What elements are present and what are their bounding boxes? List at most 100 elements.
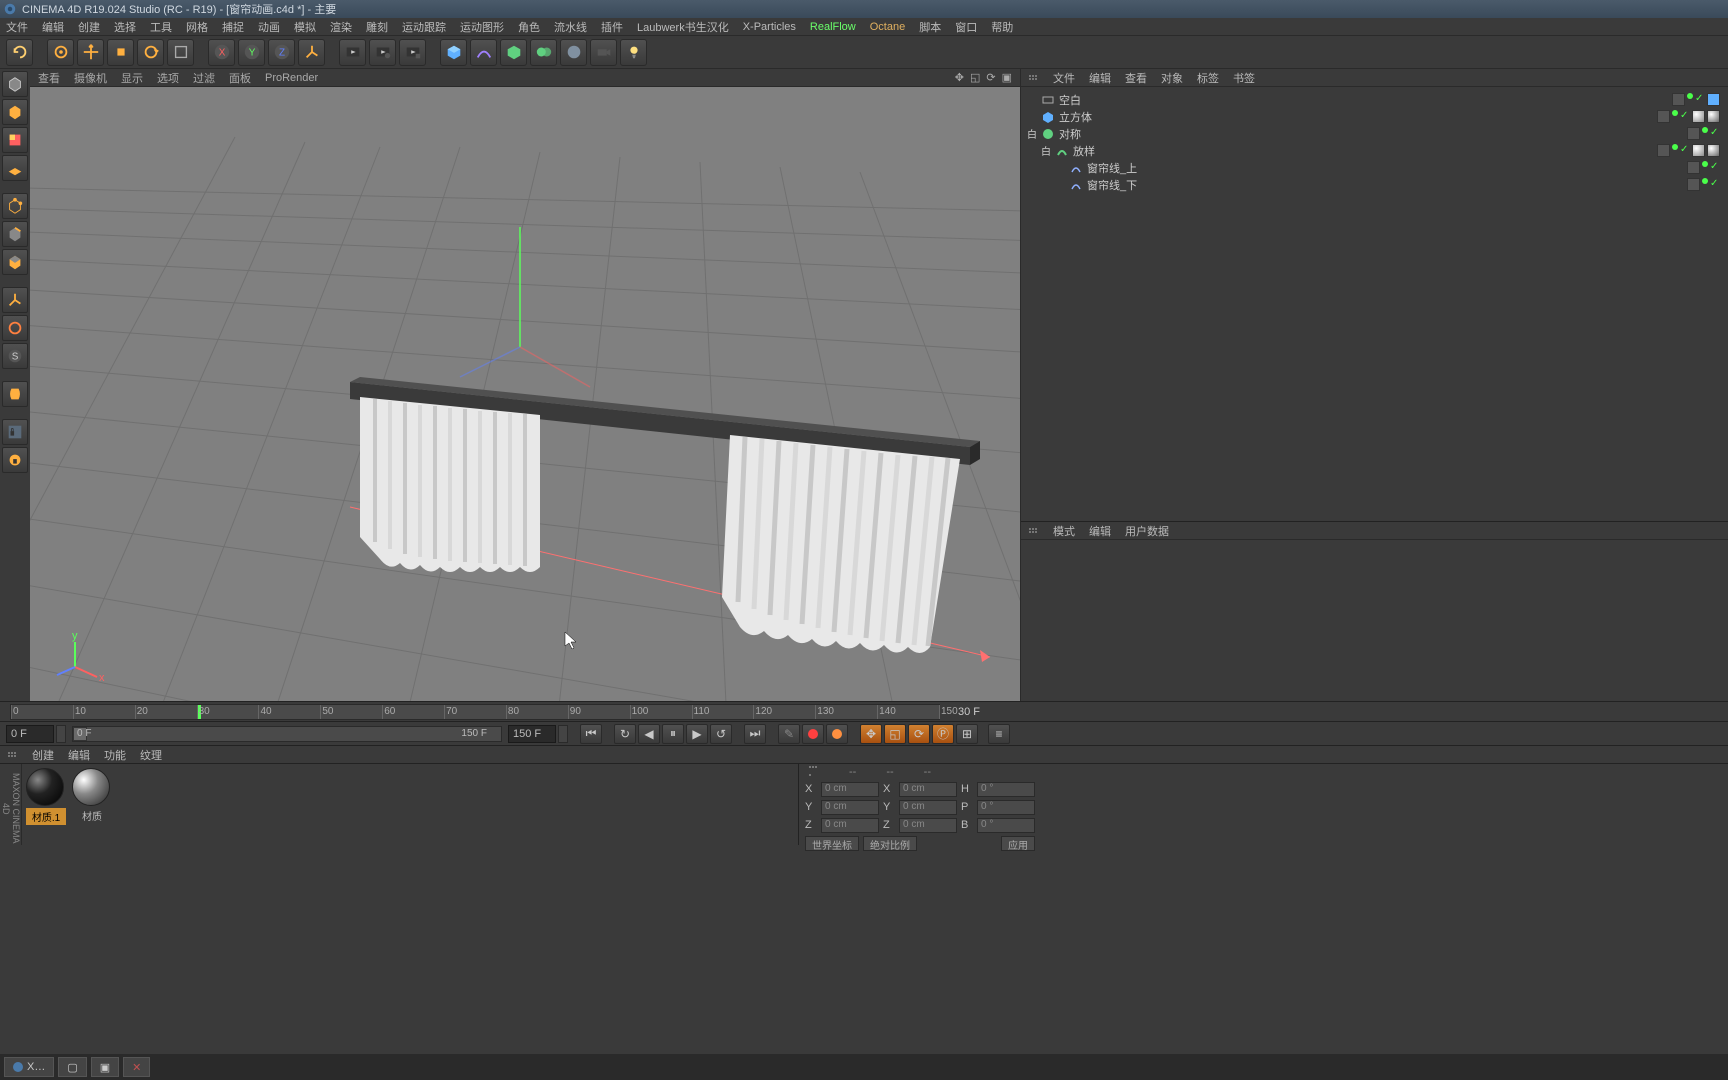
vp-menu-item[interactable]: ProRender (265, 72, 318, 84)
layer-tag[interactable] (1657, 110, 1670, 123)
next-frame-button[interactable]: ↺ (710, 724, 732, 744)
grip-icon[interactable] (8, 752, 18, 757)
vp-zoom-icon[interactable]: ◱ (970, 71, 980, 84)
layer-tag[interactable] (1687, 161, 1700, 174)
vp-menu-item[interactable]: 摄像机 (74, 70, 107, 86)
grip-icon[interactable] (1029, 528, 1039, 533)
workplane-snap-button[interactable] (2, 381, 28, 407)
obj-tree-row[interactable]: 白放样✓ (1023, 142, 1726, 159)
loop-button[interactable]: ↻ (614, 724, 636, 744)
menu-item[interactable]: 工具 (150, 19, 172, 35)
undo-button[interactable] (6, 39, 33, 66)
menu-item[interactable]: 文件 (6, 19, 28, 35)
menu-item[interactable]: 选择 (114, 19, 136, 35)
visibility-dot[interactable] (1702, 178, 1708, 184)
phong-tag[interactable] (1692, 144, 1705, 157)
scale-button[interactable] (107, 39, 134, 66)
menu-item[interactable]: 角色 (518, 19, 540, 35)
obj-tab[interactable]: 对象 (1161, 70, 1183, 86)
texture-mode-button[interactable] (2, 127, 28, 153)
grip-icon[interactable] (809, 766, 819, 780)
menu-item[interactable]: 雕刻 (366, 19, 388, 35)
rot-field[interactable]: 0 ° (977, 800, 1035, 815)
attr-tab[interactable]: 模式 (1053, 523, 1075, 539)
object-tree[interactable]: 空白✓立方体✓白对称✓白放样✓窗帘线_上✓窗帘线_下✓ (1021, 87, 1728, 197)
enable-check[interactable]: ✓ (1680, 110, 1690, 120)
obj-tab[interactable]: 标签 (1197, 70, 1219, 86)
obj-tree-row[interactable]: 白对称✓ (1023, 125, 1726, 142)
enable-check[interactable]: ✓ (1680, 144, 1690, 154)
coord-system-button[interactable] (298, 39, 325, 66)
menu-item[interactable]: 网格 (186, 19, 208, 35)
add-camera-button[interactable] (590, 39, 617, 66)
obj-tree-row[interactable]: 空白✓ (1023, 91, 1726, 108)
goto-end-button[interactable]: ⏭ (744, 724, 766, 744)
snap-button[interactable]: S (2, 343, 28, 369)
locked-workspace-button[interactable] (2, 419, 28, 445)
add-deformer-button[interactable] (530, 39, 557, 66)
spinner[interactable] (558, 725, 568, 743)
add-environment-button[interactable] (560, 39, 587, 66)
render-settings-button[interactable] (399, 39, 426, 66)
end-frame-field[interactable]: 150 F (508, 725, 556, 743)
coord-apply-button[interactable]: 应用 (1001, 836, 1035, 851)
attr-tab[interactable]: 编辑 (1089, 523, 1111, 539)
obj-tab[interactable]: 文件 (1053, 70, 1075, 86)
key-pla-button[interactable]: ⊞ (956, 724, 978, 744)
edges-mode-button[interactable] (2, 221, 28, 247)
texture-tag[interactable] (1707, 110, 1720, 123)
menu-item[interactable]: X-Particles (743, 21, 796, 33)
material-preview[interactable]: 材质 (72, 768, 112, 841)
mat-menu-item[interactable]: 编辑 (68, 747, 90, 763)
size-field[interactable]: 0 cm (899, 800, 957, 815)
object-mode-button[interactable] (2, 99, 28, 125)
axis-x-button[interactable]: X (208, 39, 235, 66)
viewport-solo-button[interactable] (2, 315, 28, 341)
record-button[interactable]: ✎ (778, 724, 800, 744)
coord-space-dropdown[interactable]: 世界坐标 (805, 836, 859, 851)
vp-maximize-icon[interactable]: ▣ (1002, 71, 1012, 84)
add-generator-button[interactable] (500, 39, 527, 66)
taskbar-close[interactable]: ✕ (123, 1057, 150, 1077)
key-pos-button[interactable]: ✥ (860, 724, 882, 744)
menu-item[interactable]: Laubwerk书生汉化 (637, 19, 729, 35)
pos-field[interactable]: 0 cm (821, 818, 879, 833)
menu-item[interactable]: RealFlow (810, 21, 856, 33)
mat-menu-item[interactable]: 创建 (32, 747, 54, 763)
model-mode-button[interactable] (2, 71, 28, 97)
add-spline-button[interactable] (470, 39, 497, 66)
visibility-dot[interactable] (1687, 93, 1693, 99)
obj-tab[interactable]: 书签 (1233, 70, 1255, 86)
menu-item[interactable]: Octane (870, 21, 905, 33)
menu-item[interactable]: 编辑 (42, 19, 64, 35)
grip-icon[interactable] (1029, 75, 1039, 80)
timeline-track[interactable]: 0102030405060708090100110120130140150 (10, 704, 940, 720)
menu-item[interactable]: 渲染 (330, 19, 352, 35)
polygons-mode-button[interactable] (2, 249, 28, 275)
phong-tag[interactable] (1692, 110, 1705, 123)
enable-check[interactable]: ✓ (1710, 127, 1720, 137)
coord-scale-dropdown[interactable]: 绝对比例 (863, 836, 917, 851)
menu-item[interactable]: 动画 (258, 19, 280, 35)
pos-field[interactable]: 0 cm (821, 800, 879, 815)
layer-tag[interactable] (1672, 93, 1685, 106)
points-mode-button[interactable] (2, 193, 28, 219)
visibility-dot[interactable] (1672, 144, 1678, 150)
obj-tab[interactable]: 查看 (1125, 70, 1147, 86)
layer-tag[interactable] (1687, 127, 1700, 140)
vp-menu-item[interactable]: 过滤 (193, 70, 215, 86)
enable-check[interactable]: ✓ (1710, 161, 1720, 171)
axis-z-button[interactable]: Z (268, 39, 295, 66)
menu-item[interactable]: 流水线 (554, 19, 587, 35)
layer-tag[interactable] (1687, 178, 1700, 191)
enable-check[interactable]: ✓ (1695, 93, 1705, 103)
goto-start-button[interactable]: ⏮ (580, 724, 602, 744)
menu-item[interactable]: 创建 (78, 19, 100, 35)
taskbar-item[interactable]: X… (4, 1057, 54, 1077)
rot-field[interactable]: 0 ° (977, 818, 1035, 833)
perspective-viewport[interactable]: y x (30, 87, 1020, 701)
recent-tool-button[interactable] (167, 39, 194, 66)
menu-item[interactable]: 捕捉 (222, 19, 244, 35)
autokey-button[interactable] (802, 724, 824, 744)
texture-tag[interactable] (1707, 144, 1720, 157)
